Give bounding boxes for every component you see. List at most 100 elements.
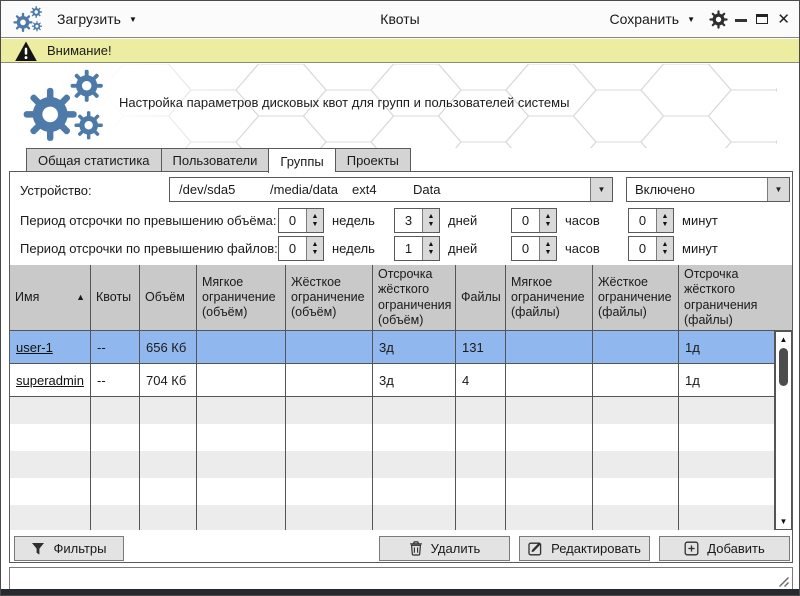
spin-up-icon: ▲ — [545, 241, 552, 249]
column-header-grace-files[interactable]: Отсрочка жёсткого ограничения (файлы) — [679, 265, 792, 330]
row-name-link[interactable]: user-1 — [16, 340, 53, 355]
column-header-volume[interactable]: Объём — [140, 265, 197, 330]
spinner-buttons[interactable]: ▲▼ — [539, 237, 556, 260]
spinner-buttons[interactable]: ▲▼ — [539, 209, 556, 232]
edit-button[interactable]: Редактировать — [519, 536, 650, 561]
grace-volume-hours-spinner[interactable]: 0 ▲▼ — [511, 208, 557, 233]
column-header-grace-volume[interactable]: Отсрочка жёсткого ограничения (объём) — [373, 265, 456, 330]
status-bar — [9, 567, 793, 591]
spin-down-icon: ▼ — [312, 249, 319, 257]
spin-down-icon: ▼ — [662, 221, 669, 229]
tab-groups[interactable]: Группы — [268, 148, 334, 173]
unit-minutes: минут — [682, 236, 718, 261]
spin-up-icon: ▲ — [428, 241, 435, 249]
tab-general-stats[interactable]: Общая статистика — [26, 148, 161, 172]
spinner-value[interactable]: 0 — [629, 209, 656, 232]
scroll-up-icon: ▲ — [780, 335, 788, 344]
tab-bar: Общая статистика Пользователи Группы Про… — [26, 148, 411, 173]
spinner-value[interactable]: 1 — [395, 237, 422, 260]
unit-hours: часов — [565, 236, 600, 261]
grace-volume-weeks-spinner[interactable]: 0 ▲▼ — [278, 208, 324, 233]
device-dropdown-button[interactable]: ▼ — [590, 178, 612, 201]
column-header-soft-volume[interactable]: Мягкое ограничение (объём) — [197, 265, 286, 330]
gears-logo — [17, 69, 111, 144]
device-mount: /media/data — [270, 178, 338, 201]
spin-down-icon: ▼ — [428, 249, 435, 257]
grace-files-minutes-spinner[interactable]: 0 ▲▼ — [628, 236, 674, 261]
column-header-hard-volume[interactable]: Жёсткое ограничение (объём) — [286, 265, 373, 330]
save-menu-button[interactable]: Сохранить ▼ — [610, 1, 696, 37]
unit-weeks: недель — [332, 208, 375, 233]
maximize-button[interactable] — [756, 14, 768, 24]
state-combobox[interactable]: Включено ▼ — [626, 177, 790, 202]
banner-description: Настройка параметров дисковых квот для г… — [119, 95, 569, 110]
tab-users[interactable]: Пользователи — [161, 148, 269, 172]
tab-projects[interactable]: Проекты — [335, 148, 411, 172]
grace-files-days-spinner[interactable]: 1 ▲▼ — [394, 236, 440, 261]
grace-files-weeks-spinner[interactable]: 0 ▲▼ — [278, 236, 324, 261]
spin-down-icon: ▼ — [662, 249, 669, 257]
table-row-empty — [10, 397, 792, 424]
spinner-buttons[interactable]: ▲▼ — [306, 209, 323, 232]
column-header-hard-files[interactable]: Жёсткое ограничение (файлы) — [593, 265, 679, 330]
column-header-soft-files[interactable]: Мягкое ограничение (файлы) — [506, 265, 593, 330]
grace-volume-days-spinner[interactable]: 3 ▲▼ — [394, 208, 440, 233]
spinner-value[interactable]: 0 — [279, 237, 306, 260]
spinner-value[interactable]: 0 — [512, 209, 539, 232]
minimize-button[interactable] — [735, 19, 747, 22]
spin-down-icon: ▼ — [312, 221, 319, 229]
device-combobox[interactable]: /dev/sda5 /media/data ext4 Data ▼ — [169, 177, 613, 202]
filters-button[interactable]: Фильтры — [14, 536, 124, 561]
trash-icon — [409, 541, 423, 556]
load-menu-label: Загрузить — [57, 11, 121, 27]
row-name-link[interactable]: superadmin — [16, 373, 84, 388]
window-bottom-frame — [1, 589, 799, 595]
spin-up-icon: ▲ — [428, 213, 435, 221]
scroll-down-button[interactable]: ▼ — [776, 515, 791, 528]
grace-volume-label: Период отсрочки по превышению объёма: — [20, 208, 276, 233]
grace-files-hours-spinner[interactable]: 0 ▲▼ — [511, 236, 557, 261]
spin-down-icon: ▼ — [545, 221, 552, 229]
spinner-value[interactable]: 0 — [279, 209, 306, 232]
filter-icon — [31, 542, 45, 556]
warning-triangle-icon — [14, 41, 38, 62]
scrollbar-thumb[interactable] — [779, 348, 788, 386]
warning-bar: Внимание! — [1, 39, 799, 63]
unit-days: дней — [448, 236, 477, 261]
spinner-buttons[interactable]: ▲▼ — [656, 209, 673, 232]
warning-text: Внимание! — [47, 43, 112, 58]
state-value: Включено — [635, 178, 695, 201]
spinner-value[interactable]: 0 — [512, 237, 539, 260]
spin-down-icon: ▼ — [428, 221, 435, 229]
table-row-superadmin[interactable]: superadmin -- 704 Кб 3д 4 1д — [10, 364, 792, 397]
settings-gear-icon[interactable] — [709, 10, 728, 29]
spinner-buttons[interactable]: ▲▼ — [656, 237, 673, 260]
spinner-value[interactable]: 0 — [629, 237, 656, 260]
table-row-empty — [10, 505, 792, 530]
scroll-down-icon: ▼ — [780, 517, 788, 526]
add-button[interactable]: Добавить — [659, 536, 790, 561]
load-menu-button[interactable]: Загрузить ▼ — [57, 1, 137, 37]
resize-grip[interactable] — [776, 574, 790, 588]
save-menu-label: Сохранить — [610, 11, 680, 27]
chevron-down-icon: ▼ — [598, 185, 606, 194]
spinner-value[interactable]: 3 — [395, 209, 422, 232]
grace-files-label: Период отсрочки по превышению файлов: — [20, 236, 278, 261]
banner: Настройка параметров дисковых квот для г… — [1, 64, 799, 148]
close-button[interactable]: ✕ — [777, 12, 790, 27]
state-dropdown-button[interactable]: ▼ — [767, 178, 789, 201]
unit-days: дней — [448, 208, 477, 233]
spinner-buttons[interactable]: ▲▼ — [422, 209, 439, 232]
column-header-quotas[interactable]: Квоты — [91, 265, 140, 330]
spinner-buttons[interactable]: ▲▼ — [306, 237, 323, 260]
table-row-user-1[interactable]: user-1 -- 656 Кб 3д 131 1д — [10, 331, 792, 364]
unit-weeks: недель — [332, 236, 375, 261]
delete-button[interactable]: Удалить — [379, 536, 510, 561]
plus-icon — [684, 541, 699, 556]
vertical-scrollbar[interactable]: ▲ ▼ — [775, 331, 792, 530]
scroll-up-button[interactable]: ▲ — [776, 333, 791, 346]
grace-volume-minutes-spinner[interactable]: 0 ▲▼ — [628, 208, 674, 233]
column-header-name[interactable]: Имя▲ — [10, 265, 91, 330]
spinner-buttons[interactable]: ▲▼ — [422, 237, 439, 260]
column-header-files[interactable]: Файлы — [456, 265, 506, 330]
